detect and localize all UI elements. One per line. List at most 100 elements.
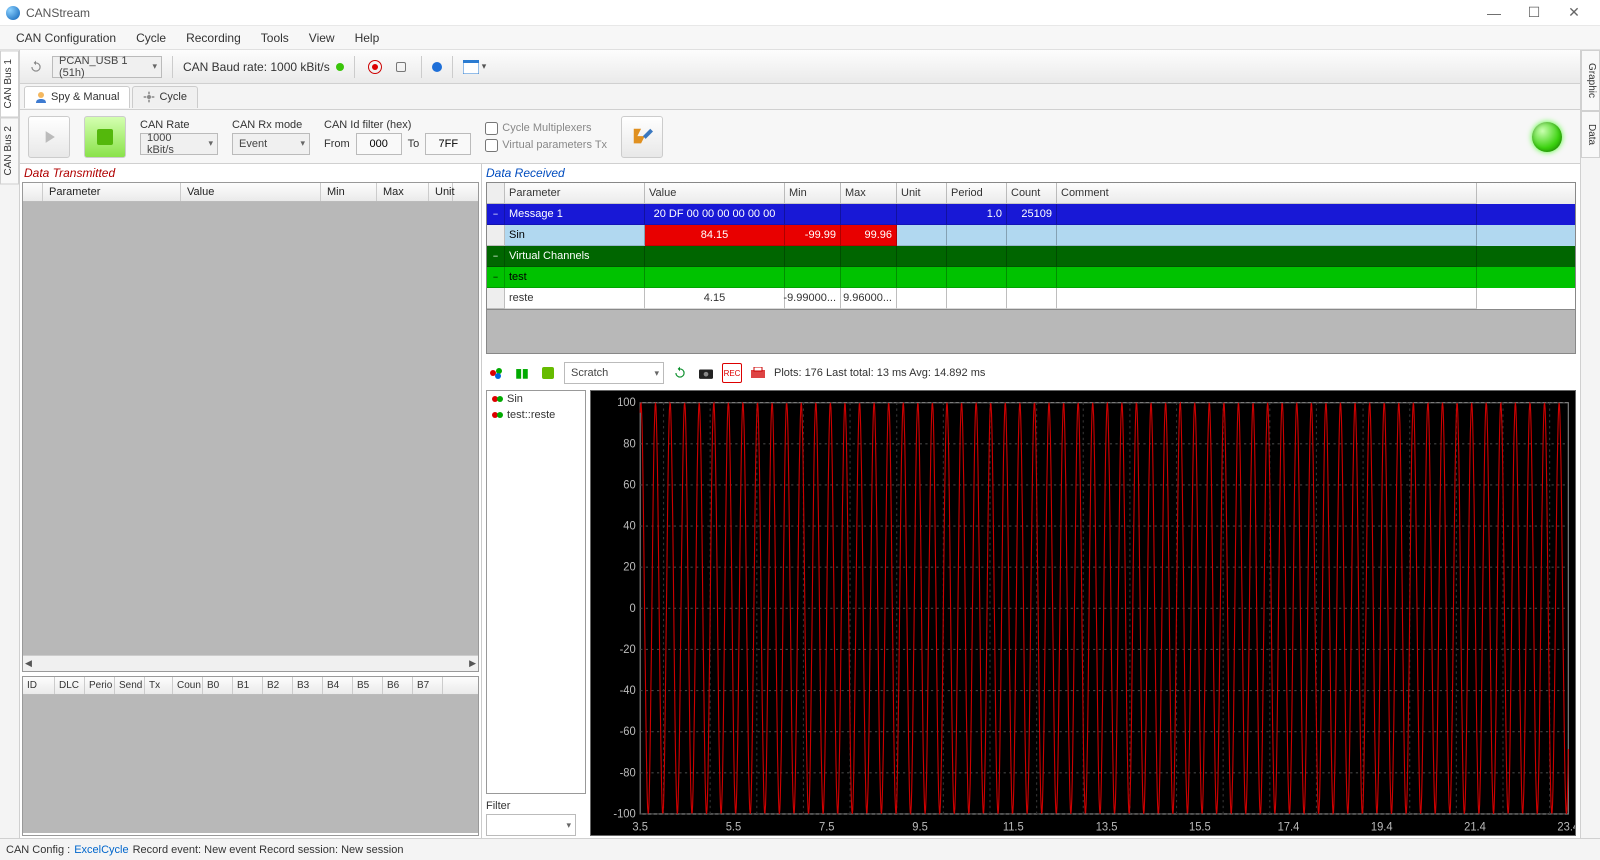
stop-record-button[interactable] <box>391 57 411 77</box>
cycle-multiplexers-checkbox[interactable]: Cycle Multiplexers <box>485 122 607 135</box>
txraw-col-b2[interactable]: B2 <box>263 677 293 694</box>
chart-print-icon[interactable] <box>748 363 768 383</box>
stop-button[interactable] <box>84 116 126 158</box>
txraw-col-perio[interactable]: Perio <box>85 677 115 694</box>
menu-cycle[interactable]: Cycle <box>126 28 176 48</box>
tx-col-value[interactable]: Value <box>181 183 321 201</box>
txraw-col-b0[interactable]: B0 <box>203 677 233 694</box>
txraw-col-id[interactable]: ID <box>23 677 55 694</box>
txraw-col-send[interactable]: Send <box>115 677 145 694</box>
window-maximize-button[interactable]: ☐ <box>1514 0 1554 26</box>
svg-text:100: 100 <box>617 397 636 409</box>
rx-row[interactable]: reste4.15-9.99000...9.96000... <box>487 288 1575 309</box>
rx-col-period[interactable]: Period <box>947 183 1007 204</box>
chart-snapshot-icon[interactable] <box>696 363 716 383</box>
rx-col-min[interactable]: Min <box>785 183 841 204</box>
expand-icon <box>487 225 505 246</box>
status-config-link[interactable]: ExcelCycle <box>74 844 128 856</box>
rx-col-max[interactable]: Max <box>841 183 897 204</box>
tx-col-max[interactable]: Max <box>377 183 429 201</box>
rx-row[interactable]: −Message 120 DF 00 00 00 00 00 001.02510… <box>487 204 1575 225</box>
layout-dropdown[interactable]: ▾ <box>463 60 487 74</box>
rx-cell: 9.96000... <box>841 288 897 309</box>
txraw-col-dlc[interactable]: DLC <box>55 677 85 694</box>
txraw-col-b1[interactable]: B1 <box>233 677 263 694</box>
txraw-col-b4[interactable]: B4 <box>323 677 353 694</box>
menu-help[interactable]: Help <box>345 28 390 48</box>
txraw-col-tx[interactable]: Tx <box>145 677 173 694</box>
txraw-col-b7[interactable]: B7 <box>413 677 443 694</box>
series-item[interactable]: Sin <box>487 391 585 407</box>
rx-col-unit[interactable]: Unit <box>897 183 947 204</box>
tx-col-unit[interactable]: Unit <box>429 183 453 201</box>
rx-row[interactable]: −Virtual Channels <box>487 246 1575 267</box>
refresh-icon[interactable] <box>26 57 46 77</box>
menu-tools[interactable]: Tools <box>251 28 299 48</box>
menu-view[interactable]: View <box>299 28 345 48</box>
edit-config-button[interactable] <box>621 116 663 158</box>
chart-plot[interactable]: -100-80-60-40-200204060801003.55.57.59.5… <box>590 390 1576 836</box>
right-tab-data[interactable]: Data <box>1581 111 1600 158</box>
rx-col-parameter[interactable]: Parameter <box>505 183 645 204</box>
txraw-col-coun[interactable]: Coun <box>173 677 203 694</box>
from-field[interactable] <box>356 133 402 155</box>
rx-cell: 25109 <box>1007 204 1057 225</box>
mode-tab-spy-manual[interactable]: Spy & Manual <box>24 86 130 108</box>
chart-series-list[interactable]: Sintest::reste <box>486 390 586 794</box>
rx-cell <box>1057 267 1477 288</box>
window-close-button[interactable]: ✕ <box>1554 0 1594 26</box>
rx-cell <box>841 246 897 267</box>
tx-raw-body[interactable] <box>23 695 478 833</box>
record-button[interactable] <box>365 57 385 77</box>
rx-col-value[interactable]: Value <box>645 183 785 204</box>
txraw-col-b6[interactable]: B6 <box>383 677 413 694</box>
chart-reload-icon[interactable] <box>670 363 690 383</box>
id-filter-label: CAN Id filter (hex) <box>324 119 471 131</box>
svg-text:9.5: 9.5 <box>912 821 928 833</box>
menu-can-configuration[interactable]: CAN Configuration <box>6 28 126 48</box>
tx-raw-grid[interactable]: IDDLCPerioSendTxCounB0B1B2B3B4B5B6B7 <box>22 676 479 836</box>
tx-scrollbar[interactable]: ◀▶ <box>23 655 478 671</box>
rx-row[interactable]: −test <box>487 267 1575 288</box>
mode-tab-cycle[interactable]: Cycle <box>132 86 198 108</box>
play-button[interactable] <box>28 116 70 158</box>
chart-preset-combo[interactable]: Scratch <box>564 362 664 384</box>
svg-text:20: 20 <box>623 562 635 574</box>
expand-icon[interactable]: − <box>487 267 505 288</box>
txraw-col-b5[interactable]: B5 <box>353 677 383 694</box>
device-combo[interactable]: PCAN_USB 1 (51h) <box>52 56 162 78</box>
right-tab-graphic[interactable]: Graphic <box>1581 50 1600 111</box>
series-item[interactable]: test::reste <box>487 407 585 423</box>
virtual-params-tx-checkbox[interactable]: Virtual parameters Tx <box>485 139 607 152</box>
rx-cell: 4.15 <box>645 288 785 309</box>
bus-tab-1[interactable]: CAN Bus 1 <box>0 50 19 117</box>
svg-text:15.5: 15.5 <box>1189 821 1211 833</box>
filter-combo[interactable] <box>486 814 576 836</box>
expand-icon[interactable]: − <box>487 204 505 225</box>
chart-toolbar: ▮▮ Scratch REC Plots: 176 Last total: 13… <box>486 360 1576 386</box>
rx-cell <box>947 267 1007 288</box>
app-icon <box>6 6 20 20</box>
tx-grid[interactable]: ParameterValueMinMaxUnit ◀▶ <box>22 182 479 672</box>
can-rate-combo[interactable]: 1000 kBit/s <box>140 133 218 155</box>
rx-col-comment[interactable]: Comment <box>1057 183 1477 204</box>
to-field[interactable] <box>425 133 471 155</box>
bus-tab-2[interactable]: CAN Bus 2 <box>0 117 19 184</box>
expand-icon[interactable]: − <box>487 246 505 267</box>
menu-recording[interactable]: Recording <box>176 28 251 48</box>
rx-col-count[interactable]: Count <box>1007 183 1057 204</box>
chart-rec-icon[interactable]: REC <box>722 363 742 383</box>
tx-grid-body[interactable] <box>23 202 478 655</box>
tx-col-min[interactable]: Min <box>321 183 377 201</box>
rx-row[interactable]: Sin84.15-99.9999.96 <box>487 225 1575 246</box>
tx-col-parameter[interactable]: Parameter <box>43 183 181 201</box>
rx-mode-combo[interactable]: Event <box>232 133 310 155</box>
rx-cell: 84.15 <box>645 225 785 246</box>
rx-grid[interactable]: ParameterValueMinMaxUnitPeriodCountComme… <box>486 182 1576 310</box>
chart-pause-button[interactable]: ▮▮ <box>512 363 532 383</box>
txraw-col-b3[interactable]: B3 <box>293 677 323 694</box>
window-minimize-button[interactable]: — <box>1474 0 1514 26</box>
chart-stop-button[interactable] <box>538 363 558 383</box>
rx-cell: test <box>505 267 645 288</box>
chart-colors-icon[interactable] <box>486 363 506 383</box>
